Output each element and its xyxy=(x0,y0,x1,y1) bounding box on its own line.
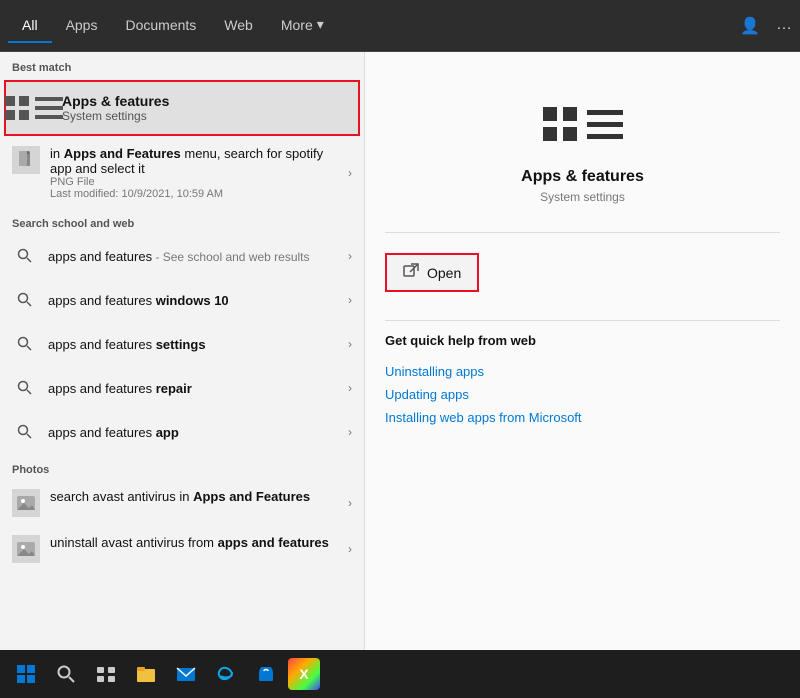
web-item-2[interactable]: apps and features settings › xyxy=(0,322,364,366)
app-preview: Apps & features System settings xyxy=(385,72,780,220)
search-icon xyxy=(12,331,38,357)
file-type: PNG File xyxy=(50,176,338,188)
right-panel: Apps & features System settings Open xyxy=(365,52,800,698)
left-panel: Best match xyxy=(0,52,365,698)
tab-web[interactable]: Web xyxy=(210,9,267,43)
app-preview-icon xyxy=(551,92,615,156)
app-preview-subtitle: System settings xyxy=(540,190,625,204)
web-search-label: Search school and web xyxy=(0,208,364,234)
web-item-text-2: apps and features settings xyxy=(48,337,338,352)
taskbar-windows-icon[interactable] xyxy=(8,656,44,692)
content-area: Best match xyxy=(0,52,800,698)
divider xyxy=(385,232,780,233)
taskbar-store-icon[interactable] xyxy=(248,656,284,692)
file-title: in Apps and Features menu, search for sp… xyxy=(50,146,338,176)
nav-tabs: All Apps Documents Web More ▾ 👤 … xyxy=(0,0,800,52)
search-icon xyxy=(12,287,38,313)
best-match-subtitle: System settings xyxy=(62,109,169,123)
chevron-right-icon: › xyxy=(348,337,352,351)
photos-item-text-0: search avast antivirus in Apps and Featu… xyxy=(50,489,338,504)
chevron-right-icon: › xyxy=(348,425,352,439)
best-match-title: Apps & features xyxy=(62,93,169,109)
help-link-0[interactable]: Uninstalling apps xyxy=(385,360,780,383)
taskbar-edge-icon[interactable] xyxy=(208,656,244,692)
web-item-text-3: apps and features repair xyxy=(48,381,338,396)
chevron-right-icon: › xyxy=(348,496,352,510)
photos-item-text-1: uninstall avast antivirus from apps and … xyxy=(50,535,338,550)
photo-icon xyxy=(12,535,40,563)
photos-item-0[interactable]: search avast antivirus in Apps and Featu… xyxy=(0,480,364,526)
chevron-down-icon: ▾ xyxy=(317,16,324,33)
quick-help-title: Get quick help from web xyxy=(385,333,780,348)
web-item-1[interactable]: apps and features windows 10 › xyxy=(0,278,364,322)
taskbar-mail-icon[interactable] xyxy=(168,656,204,692)
open-button-container: Open xyxy=(385,253,780,292)
taskbar-explorer-icon[interactable] xyxy=(128,656,164,692)
start-menu: All Apps Documents Web More ▾ 👤 … Best m… xyxy=(0,0,800,698)
taskbar: X xyxy=(0,650,800,698)
help-link-2[interactable]: Installing web apps from Microsoft xyxy=(385,406,780,429)
taskbar-gamepass-icon[interactable]: X xyxy=(288,658,320,690)
file-icon xyxy=(12,146,40,174)
web-item-0[interactable]: apps and features - See school and web r… xyxy=(0,234,364,278)
nav-icon-group: 👤 … xyxy=(740,16,792,36)
person-icon[interactable]: 👤 xyxy=(740,16,760,36)
chevron-right-icon: › xyxy=(348,381,352,395)
open-button[interactable]: Open xyxy=(385,253,479,292)
open-label: Open xyxy=(427,265,461,281)
tab-apps[interactable]: Apps xyxy=(52,9,112,43)
app-preview-title: Apps & features xyxy=(521,168,644,186)
file-modified: Last modified: 10/9/2021, 10:59 AM xyxy=(50,188,338,200)
web-item-text-0: apps and features - See school and web r… xyxy=(48,249,338,264)
web-item-text-4: apps and features app xyxy=(48,425,338,440)
taskbar-search-icon[interactable] xyxy=(48,656,84,692)
web-item-text-1: apps and features windows 10 xyxy=(48,293,338,308)
help-link-1[interactable]: Updating apps xyxy=(385,383,780,406)
search-icon xyxy=(12,419,38,445)
chevron-right-icon: › xyxy=(348,542,352,556)
more-options-icon[interactable]: … xyxy=(776,16,792,36)
best-match-item[interactable]: Apps & features System settings xyxy=(4,80,360,136)
open-icon xyxy=(403,263,419,282)
chevron-right-icon: › xyxy=(348,293,352,307)
web-item-4[interactable]: apps and features app › xyxy=(0,410,364,454)
chevron-right-icon: › xyxy=(348,249,352,263)
apps-features-icon xyxy=(18,92,50,124)
photos-item-1[interactable]: uninstall avast antivirus from apps and … xyxy=(0,526,364,572)
tab-more[interactable]: More ▾ xyxy=(267,8,338,43)
best-match-label: Best match xyxy=(0,52,364,78)
photo-icon xyxy=(12,489,40,517)
search-icon xyxy=(12,375,38,401)
chevron-right-icon: › xyxy=(348,166,352,180)
photos-label: Photos xyxy=(0,454,364,480)
taskbar-taskview-icon[interactable] xyxy=(88,656,124,692)
divider-2 xyxy=(385,320,780,321)
file-result-item[interactable]: in Apps and Features menu, search for sp… xyxy=(0,138,364,208)
search-icon xyxy=(12,243,38,269)
tab-documents[interactable]: Documents xyxy=(111,9,210,43)
tab-all[interactable]: All xyxy=(8,9,52,43)
web-item-3[interactable]: apps and features repair › xyxy=(0,366,364,410)
